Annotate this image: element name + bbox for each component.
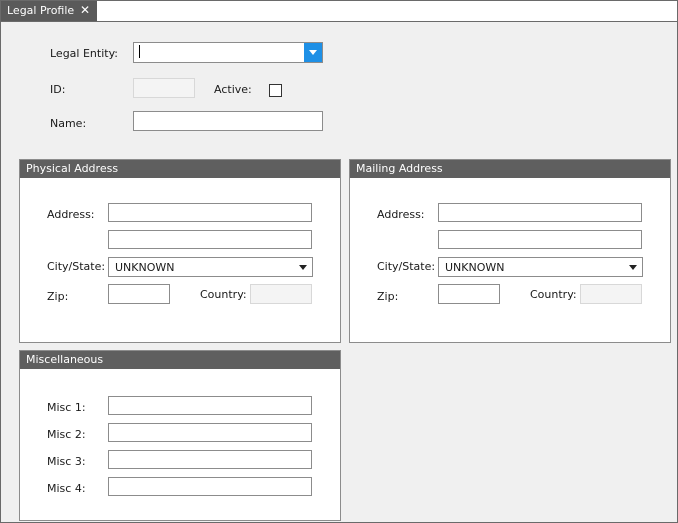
name-input[interactable] bbox=[133, 111, 323, 131]
misc-3-input[interactable] bbox=[108, 450, 312, 469]
legal-profile-window: Legal Profile ✕ Legal Entity: ID: Active… bbox=[0, 0, 678, 523]
legal-entity-dropdown-button[interactable] bbox=[304, 43, 322, 62]
mailing-zip-input[interactable] bbox=[438, 284, 500, 304]
tab-legal-profile[interactable]: Legal Profile ✕ bbox=[1, 1, 97, 21]
miscellaneous-group: Miscellaneous Misc 1: Misc 2: Misc 3: Mi… bbox=[19, 350, 341, 521]
mailing-country-field bbox=[580, 284, 642, 304]
physical-country-label: Country: bbox=[200, 288, 247, 301]
tab-bar: Legal Profile ✕ bbox=[1, 1, 677, 22]
name-label: Name: bbox=[50, 117, 87, 130]
mailing-country-label: Country: bbox=[530, 288, 577, 301]
tab-label: Legal Profile bbox=[7, 4, 75, 17]
misc-4-input[interactable] bbox=[108, 477, 312, 496]
mailing-address-line2-input[interactable] bbox=[438, 230, 642, 249]
physical-country-field bbox=[250, 284, 312, 304]
active-checkbox[interactable] bbox=[269, 84, 282, 97]
mailing-city-state-label: City/State: bbox=[377, 260, 436, 273]
physical-address-group: Physical Address Address: City/State: UN… bbox=[19, 159, 341, 343]
mailing-address-header: Mailing Address bbox=[350, 160, 670, 178]
misc-4-label: Misc 4: bbox=[47, 482, 86, 495]
mailing-zip-label: Zip: bbox=[377, 290, 399, 303]
id-field bbox=[133, 78, 195, 98]
physical-city-state-select[interactable]: UNKNOWN bbox=[108, 257, 313, 277]
mailing-city-state-value: UNKNOWN bbox=[445, 261, 505, 274]
mailing-address-line1-input[interactable] bbox=[438, 203, 642, 222]
misc-1-input[interactable] bbox=[108, 396, 312, 415]
mailing-city-state-select[interactable]: UNKNOWN bbox=[438, 257, 643, 277]
legal-entity-label: Legal Entity: bbox=[50, 47, 118, 60]
physical-city-state-label: City/State: bbox=[47, 260, 106, 273]
active-label: Active: bbox=[214, 83, 252, 96]
chevron-down-icon bbox=[629, 265, 637, 270]
legal-entity-combobox[interactable] bbox=[133, 42, 323, 63]
misc-2-input[interactable] bbox=[108, 423, 312, 442]
text-caret bbox=[139, 45, 140, 58]
miscellaneous-title: Miscellaneous bbox=[26, 353, 104, 366]
physical-address-title: Physical Address bbox=[26, 162, 119, 175]
physical-address-label: Address: bbox=[47, 208, 95, 221]
misc-2-label: Misc 2: bbox=[47, 428, 86, 441]
physical-address-header: Physical Address bbox=[20, 160, 340, 178]
physical-zip-input[interactable] bbox=[108, 284, 170, 304]
misc-1-label: Misc 1: bbox=[47, 401, 86, 414]
id-label: ID: bbox=[50, 83, 66, 96]
chevron-down-icon bbox=[309, 50, 317, 55]
mailing-address-group: Mailing Address Address: City/State: UNK… bbox=[349, 159, 671, 343]
miscellaneous-header: Miscellaneous bbox=[20, 351, 340, 369]
chevron-down-icon bbox=[299, 265, 307, 270]
misc-3-label: Misc 3: bbox=[47, 455, 86, 468]
physical-zip-label: Zip: bbox=[47, 290, 69, 303]
mailing-address-label: Address: bbox=[377, 208, 425, 221]
mailing-address-title: Mailing Address bbox=[356, 162, 443, 175]
physical-address-line2-input[interactable] bbox=[108, 230, 312, 249]
close-icon[interactable]: ✕ bbox=[80, 3, 90, 17]
physical-address-line1-input[interactable] bbox=[108, 203, 312, 222]
physical-city-state-value: UNKNOWN bbox=[115, 261, 175, 274]
